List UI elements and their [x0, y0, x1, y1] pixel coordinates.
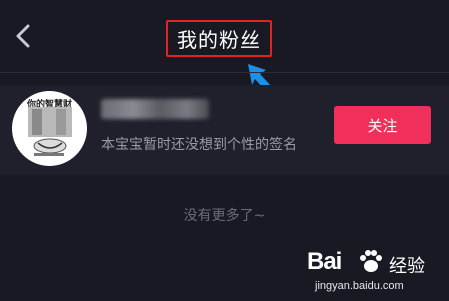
- user-signature: 本宝宝暂时还没想到个性的签名: [101, 137, 297, 153]
- chevron-left-icon: [16, 24, 30, 48]
- follower-row[interactable]: 你的智慧财 本宝宝暂时还没想到个性的签名 关注: [0, 85, 449, 175]
- watermark-brand: Bai: [307, 248, 342, 275]
- back-button[interactable]: [10, 22, 38, 50]
- page-title: 我的粉丝: [177, 28, 261, 52]
- avatar-image: [28, 107, 72, 156]
- no-more-text: 没有更多了~: [183, 208, 266, 224]
- watermark-jingyan: 经验: [389, 256, 425, 277]
- header-bar: 我的粉丝: [0, 0, 449, 105]
- header-divider: [0, 72, 449, 73]
- follow-button[interactable]: 关注: [334, 106, 431, 144]
- username-blurred: [101, 99, 209, 119]
- avatar[interactable]: 你的智慧财: [12, 91, 87, 166]
- watermark-url: jingyan.baidu.com: [315, 280, 404, 292]
- page-title-highlight: 我的粉丝: [166, 20, 272, 57]
- paw-icon: [360, 250, 382, 272]
- followers-screen: 我的粉丝 你的智慧财 本宝宝暂时还没想到个性的签名 关注 没有更多了~ Bai: [0, 0, 449, 301]
- baidu-jingyan-watermark: Bai 经验 jingyan.baidu.com: [307, 248, 447, 298]
